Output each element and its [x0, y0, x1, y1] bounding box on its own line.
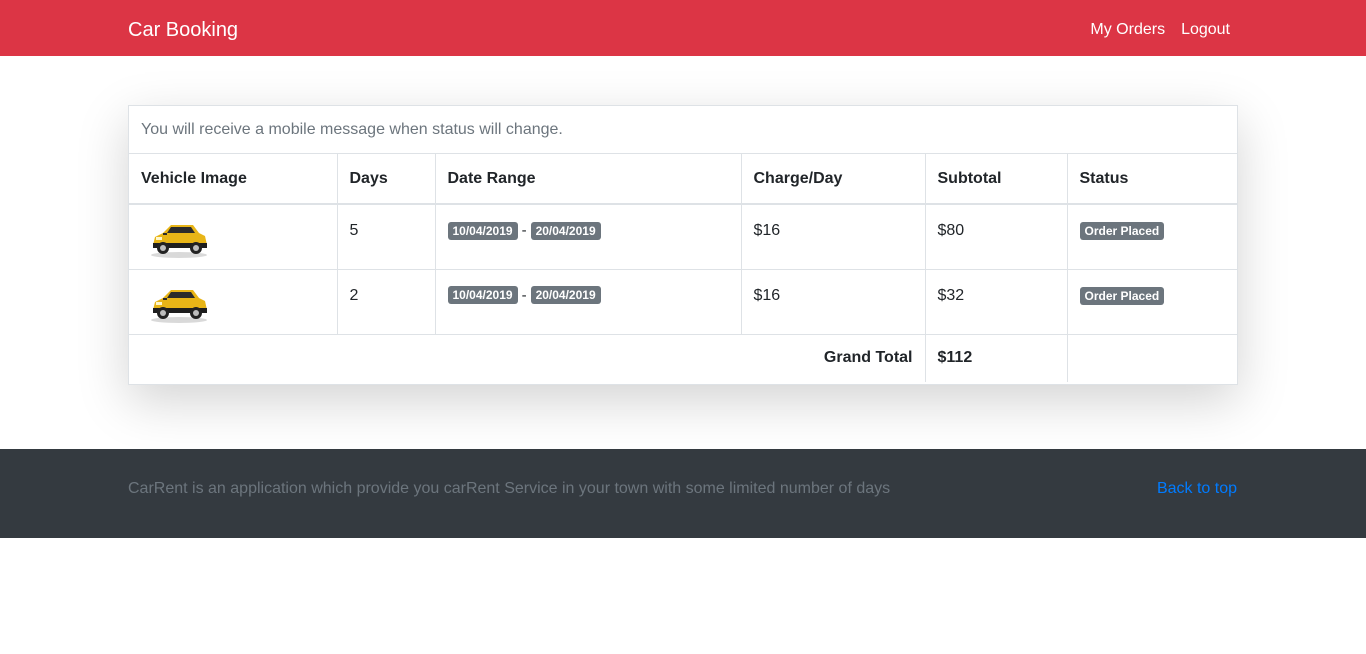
grand-total-empty: [1066, 333, 1237, 382]
car-image: [151, 289, 207, 323]
col-charge-day: Charge/Day: [740, 154, 926, 205]
grand-total-row: Grand Total $112: [129, 333, 1237, 382]
status-cell: Order Placed: [1066, 203, 1237, 270]
subtotal-cell: $32: [924, 268, 1068, 335]
date-range-cell: 10/04/2019-20/04/2019: [434, 203, 742, 270]
car-image: [151, 225, 207, 258]
orders-table: Vehicle Image Days Date Range Charge/Day…: [129, 154, 1237, 382]
grand-total-label: Grand Total: [129, 333, 926, 382]
col-days: Days: [336, 154, 436, 205]
date-to-badge: 20/04/2019: [530, 221, 601, 240]
status-cell: Order Placed: [1066, 268, 1237, 335]
status-badge: Order Placed: [1079, 286, 1165, 305]
grand-total-value: $112: [924, 333, 1068, 382]
date-from-badge: 10/04/2019: [447, 221, 518, 240]
days-cell: 5: [336, 203, 436, 270]
orders-card: You will receive a mobile message when s…: [128, 105, 1238, 385]
nav-logout[interactable]: Logout: [1181, 19, 1230, 41]
date-separator: -: [521, 222, 527, 240]
back-to-top-link[interactable]: Back to top: [1157, 478, 1237, 500]
status-notice: You will receive a mobile message when s…: [129, 106, 1237, 154]
date-from-badge: 10/04/2019: [447, 286, 518, 305]
charge-cell: $16: [740, 203, 926, 270]
col-subtotal: Subtotal: [924, 154, 1068, 205]
date-separator: -: [521, 286, 527, 304]
table-row: 2 10/04/2019-20/04/2019 $16 $32 Order Pl…: [129, 268, 1237, 335]
date-range-cell: 10/04/2019-20/04/2019: [434, 268, 742, 335]
nav-links: My Orders Logout: [1090, 19, 1230, 41]
days-cell: 2: [336, 268, 436, 335]
table-header-row: Vehicle Image Days Date Range Charge/Day…: [129, 154, 1237, 205]
vehicle-image-cell: [129, 203, 338, 270]
status-badge: Order Placed: [1079, 222, 1165, 240]
table-row: 5 10/04/2019-20/04/2019 $16 $80 Order Pl…: [129, 203, 1237, 270]
footer: CarRent is an application which provide …: [0, 449, 1366, 538]
date-to-badge: 20/04/2019: [530, 286, 601, 305]
subtotal-cell: $80: [924, 203, 1068, 270]
col-date-range: Date Range: [434, 154, 742, 205]
nav-my-orders[interactable]: My Orders: [1090, 19, 1165, 41]
navbar: Car Booking My Orders Logout: [0, 0, 1366, 56]
charge-cell: $16: [740, 268, 926, 335]
brand-link[interactable]: Car Booking: [128, 17, 238, 43]
vehicle-image-cell: [129, 268, 338, 335]
col-vehicle-image: Vehicle Image: [129, 154, 338, 205]
col-status: Status: [1066, 154, 1237, 205]
footer-description: CarRent is an application which provide …: [128, 480, 891, 497]
